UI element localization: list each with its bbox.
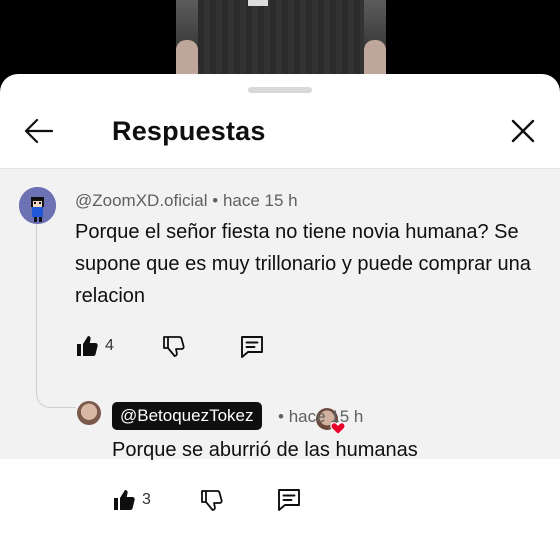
like-button[interactable]: 3	[112, 488, 151, 512]
reply-text: Porque se aburrió de las humanas	[112, 439, 418, 461]
sheet-title: Respuestas	[112, 116, 266, 146]
comment-timestamp: hace 15 h	[222, 191, 298, 210]
meta-separator: •	[278, 407, 284, 426]
video-detail	[248, 0, 268, 6]
reply-avatar[interactable]	[77, 401, 101, 425]
close-button[interactable]	[506, 114, 540, 148]
close-icon	[511, 119, 535, 143]
like-count: 3	[142, 491, 151, 508]
reply-author-handle[interactable]: @BetoquezTokez	[112, 402, 262, 430]
reply-button[interactable]	[276, 487, 302, 513]
reply-button[interactable]	[239, 334, 265, 360]
meta-separator: •	[212, 191, 219, 210]
like-button[interactable]: 4	[75, 334, 114, 358]
sheet-header: Respuestas	[0, 102, 560, 168]
avatar[interactable]	[19, 187, 56, 224]
comment-icon	[278, 489, 300, 511]
sheet-drag-handle[interactable]	[248, 87, 312, 93]
reply-timestamp: hace 15 h	[288, 407, 364, 426]
comment-meta: @ZoomXD.oficial • hace 15 h	[75, 191, 298, 211]
thumbs-down-icon	[163, 336, 185, 357]
thumbs-up-filled-icon	[77, 336, 98, 356]
comment-icon	[241, 336, 263, 358]
back-button[interactable]	[22, 114, 56, 148]
comment-author-handle[interactable]: @ZoomXD.oficial	[75, 191, 208, 210]
dislike-button[interactable]	[200, 488, 224, 512]
like-count: 4	[105, 337, 114, 354]
thread-connector	[36, 224, 76, 408]
comment-text: Porque el señor fiesta no tiene novia hu…	[75, 221, 531, 307]
pixel-avatar-icon	[19, 187, 56, 224]
thumbs-up-filled-icon	[114, 490, 135, 510]
replies-sheet: Respuestas @ZoomXD.oficial • hace 15 h P…	[0, 74, 560, 560]
reply-meta: • hace 15 h	[278, 407, 363, 427]
dislike-button[interactable]	[162, 334, 186, 358]
thumbs-down-icon	[201, 490, 223, 511]
arrow-left-icon	[24, 118, 54, 144]
